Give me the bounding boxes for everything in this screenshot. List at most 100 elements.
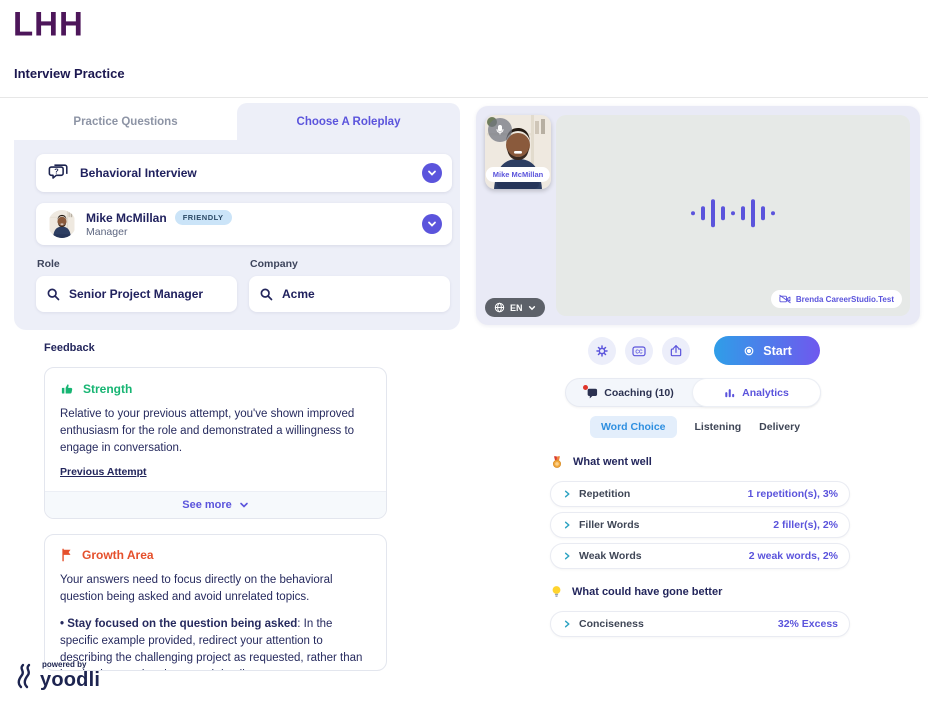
export-icon: [668, 343, 684, 359]
growth-bullet-lead: • Stay focused on the question being ask…: [60, 618, 297, 630]
role-company-fields: Role Senior Project Manager Company Acme: [36, 256, 452, 312]
setup-panel: Practice Questions Choose A Roleplay ? B…: [14, 103, 460, 686]
metric-value: 32% Excess: [778, 618, 838, 630]
went-well-heading: What went well: [550, 455, 850, 469]
metric-label: Conciseness: [579, 618, 644, 630]
metric-label: Weak Words: [579, 550, 642, 562]
metric-row-repetition[interactable]: Repetition 1 repetition(s), 3%: [550, 481, 850, 507]
persona-style-badge: FRIENDLY: [175, 210, 232, 225]
roleplay-config: ? Behavioral Interview: [14, 140, 460, 330]
went-well-label: What went well: [573, 456, 652, 468]
yoodli-logo-mark: [15, 662, 37, 690]
metric-row-conciseness[interactable]: Conciseness 32% Excess: [550, 611, 850, 637]
subtab-delivery[interactable]: Delivery: [759, 421, 800, 433]
strength-title: Strength: [83, 382, 132, 396]
persona-expand-button[interactable]: [422, 214, 442, 234]
svg-text:CC: CC: [635, 349, 643, 355]
globe-icon: [494, 302, 505, 313]
tab-analytics[interactable]: Analytics: [693, 379, 820, 406]
scenario-expand-button[interactable]: [422, 163, 442, 183]
cc-icon: CC: [631, 343, 647, 359]
chevron-down-icon: [528, 304, 536, 312]
lightbulb-icon: [550, 585, 563, 599]
search-icon: [260, 288, 273, 301]
chevron-right-icon: [562, 489, 572, 499]
company-input[interactable]: Acme: [249, 276, 450, 312]
see-more-label: See more: [182, 499, 232, 511]
previous-attempt-link[interactable]: Previous Attempt: [60, 466, 147, 478]
chevron-right-icon: [562, 520, 572, 530]
share-button[interactable]: [662, 337, 690, 365]
analytics-subtabs: Word Choice Listening Delivery: [560, 416, 830, 438]
setup-tabbar: Practice Questions Choose A Roleplay: [14, 103, 460, 140]
participant-name-pill: Mike McMillan: [486, 167, 550, 182]
gone-better-label: What could have gone better: [572, 586, 722, 598]
subtab-listening[interactable]: Listening: [695, 421, 742, 433]
metric-label: Repetition: [579, 488, 630, 500]
page-title: Interview Practice: [14, 66, 125, 81]
header-divider: [0, 97, 928, 98]
company-field-label: Company: [250, 258, 450, 270]
bar-chart-icon: [724, 387, 736, 399]
svg-text:?: ?: [54, 167, 59, 176]
metric-value: 2 weak words, 2%: [749, 550, 838, 562]
growth-area-title: Growth Area: [82, 548, 154, 562]
chevron-right-icon: [562, 551, 572, 561]
growth-area-bullet: • Stay focused on the question being ask…: [60, 616, 371, 671]
growth-area-body: Your answers need to focus directly on t…: [60, 572, 371, 606]
company-input-value: Acme: [282, 287, 315, 301]
role-field-label: Role: [37, 258, 237, 270]
chat-icon: [585, 387, 598, 399]
tab-coaching[interactable]: Coaching (10): [566, 379, 693, 406]
growth-area-card: Growth Area Your answers need to focus d…: [44, 534, 387, 671]
captions-button[interactable]: CC: [625, 337, 653, 365]
strength-card: Strength Relative to your previous attem…: [44, 367, 387, 519]
start-label: Start: [763, 344, 791, 358]
persona-selector[interactable]: Mike McMillan FRIENDLY Manager: [36, 203, 452, 245]
metric-row-weak-words[interactable]: Weak Words 2 weak words, 2%: [550, 543, 850, 569]
mute-toggle-button[interactable]: [488, 118, 512, 142]
coaching-analytics-toggle: Coaching (10) Analytics: [565, 378, 821, 407]
video-call-panel: Brenda CareerStudio.Test Mike McMillan: [476, 106, 920, 325]
language-selector[interactable]: EN: [485, 298, 545, 317]
role-input-value: Senior Project Manager: [69, 287, 203, 301]
subtab-word-choice[interactable]: Word Choice: [590, 416, 677, 438]
metric-value: 2 filler(s), 2%: [773, 519, 838, 531]
tab-choose-a-roleplay[interactable]: Choose A Roleplay: [237, 103, 460, 140]
persona-role: Manager: [86, 226, 232, 238]
camera-off-icon: [779, 294, 791, 304]
persona-name: Mike McMillan: [86, 211, 167, 225]
chat-question-icon: ?: [48, 162, 70, 184]
search-icon: [47, 288, 60, 301]
record-icon: [742, 344, 756, 358]
settings-button[interactable]: [588, 337, 616, 365]
metric-label: Filler Words: [579, 519, 639, 531]
chevron-down-icon: [427, 168, 437, 178]
metric-row-filler-words[interactable]: Filler Words 2 filler(s), 2%: [550, 512, 850, 538]
yoodli-attribution: powered by yoodli: [15, 660, 100, 690]
coaching-tab-label: Coaching (10): [604, 387, 673, 399]
yoodli-wordmark: yoodli: [40, 670, 100, 690]
chevron-down-icon: [427, 219, 437, 229]
tab-practice-questions[interactable]: Practice Questions: [14, 103, 237, 140]
lhh-logo: LHH: [13, 4, 84, 44]
language-label: EN: [510, 303, 523, 313]
chevron-down-icon: [239, 500, 249, 510]
feedback-section: Feedback Strength Relative to your previ…: [44, 342, 387, 671]
persona-info: Mike McMillan FRIENDLY Manager: [86, 210, 232, 238]
role-input[interactable]: Senior Project Manager: [36, 276, 237, 312]
strength-body: Relative to your previous attempt, you'v…: [60, 406, 371, 457]
watermark-label: Brenda CareerStudio.Test: [796, 295, 894, 304]
microphone-icon: [494, 124, 506, 136]
see-more-button[interactable]: See more: [45, 491, 386, 518]
waveform-icon: [691, 199, 775, 227]
session-controls: CC Start: [588, 336, 820, 365]
metric-value: 1 repetition(s), 3%: [748, 488, 838, 500]
word-choice-analysis: What went well Repetition 1 repetition(s…: [550, 455, 850, 642]
user-watermark: Brenda CareerStudio.Test: [771, 290, 902, 308]
scenario-selector[interactable]: ? Behavioral Interview: [36, 154, 452, 192]
start-button[interactable]: Start: [714, 336, 820, 365]
ai-speaker-stage: Brenda CareerStudio.Test: [556, 115, 910, 316]
persona-avatar: [48, 210, 76, 238]
flag-icon: [60, 548, 74, 562]
